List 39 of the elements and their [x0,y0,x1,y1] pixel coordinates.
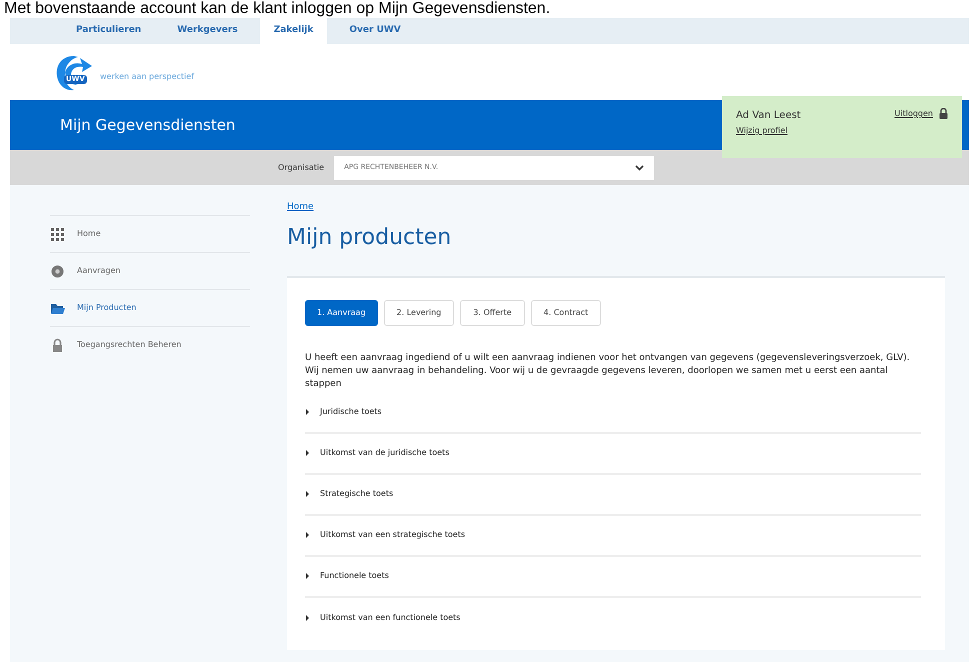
accordion-section[interactable]: Uitkomst van een functionele toets [305,598,921,638]
step-tab[interactable]: 2. Levering [384,300,454,326]
sidebar-item[interactable]: Home [50,215,250,252]
nav-tab[interactable]: Particulieren [62,18,156,44]
caret-right-icon [305,532,310,538]
app-title: Mijn Gegevensdiensten [60,114,236,136]
logout-link[interactable]: Uitloggen [894,108,933,120]
sidebar-item[interactable]: Toegangsrechten Beheren [50,326,250,363]
accordion-section[interactable]: Strategische toets [305,474,921,516]
caret-right-icon [305,450,310,456]
caret-right-icon [305,491,310,497]
sidebar-item[interactable]: Mijn Producten [50,289,250,326]
breadcrumb-link[interactable]: Home [287,201,945,214]
grid-icon [50,226,65,242]
accordion-section[interactable]: Uitkomst van de juridische toets [305,434,921,474]
logo-tagline: werken aan perspectief [100,71,194,83]
caption-text: Met bovenstaande account kan de klant inloggen op Mijn Gegevensdiensten. [4,0,550,18]
caret-right-icon [305,615,310,621]
caret-right-icon [305,409,310,415]
lock-icon [939,108,948,119]
sidebar-item[interactable]: Aanvragen [50,252,250,289]
accordion-section[interactable]: Functionele toets [305,556,921,598]
accordion-section[interactable]: Uitkomst van een strategische toets [305,516,921,556]
caret-right-icon [305,573,310,579]
chevron-down-icon [635,164,644,170]
profile-link[interactable]: Wijzig profiel [736,125,801,137]
step-tab[interactable]: 4. Contract [530,300,602,326]
nav-tab[interactable]: Over UWV [335,18,415,44]
circle-icon [50,264,65,278]
nav-tab[interactable]: Werkgevers [163,18,252,44]
organisation-label: Organisatie [278,162,324,174]
lock-icon [50,338,65,352]
accordion-section[interactable]: Juridische toets [305,392,921,434]
user-name: Ad Van Leest [736,109,801,123]
nav-tab[interactable]: Zakelijk [260,18,328,44]
page-heading: Mijn producten [287,224,452,252]
intro-text: U heeft een aanvraag ingediend of u wilt een aanvraag indienen voor het ontvangen van gegevens (gegevensleveringsverzoek, GLV). Wij nemen uw aanvraag in behandeling. Voor wij u de gevraagde gegevens leveren, doorlopen we samen met u eerst een aantal stappen [305,352,911,390]
step-tab[interactable]: 1. Aanvraag [305,300,378,326]
step-tab[interactable]: 3. Offerte [460,300,525,326]
